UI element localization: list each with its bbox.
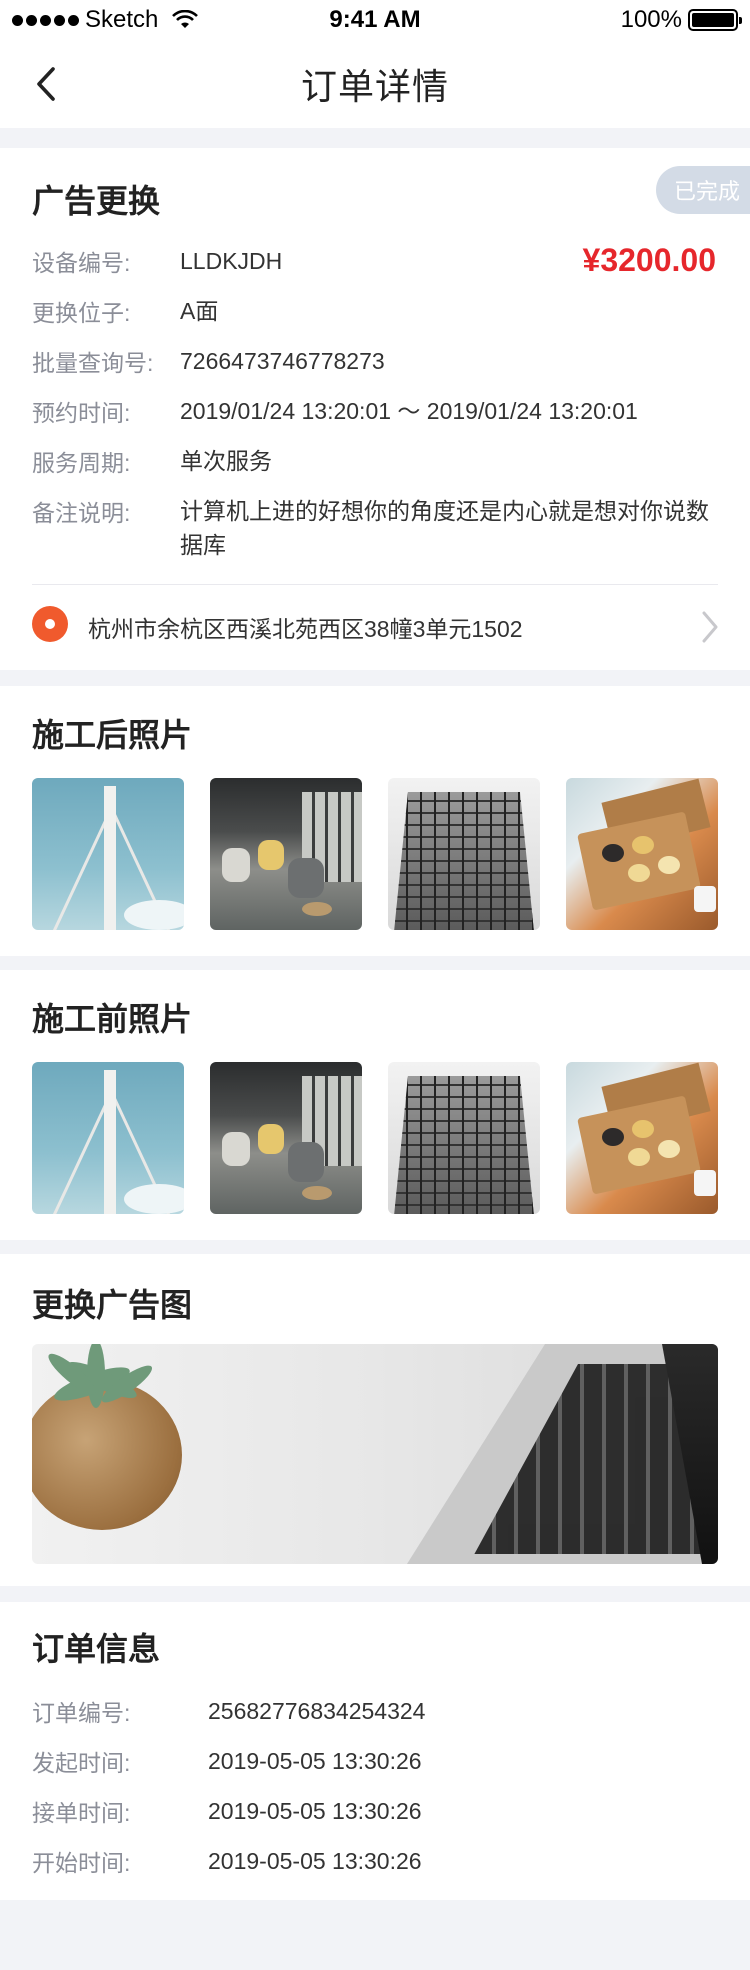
- order-title: 广告更换: [32, 183, 161, 219]
- field-value: A面: [180, 298, 219, 324]
- field-device-id: 设备编号: LLDKJDH: [32, 244, 720, 278]
- battery-icon: [688, 9, 742, 31]
- wifi-icon: [172, 10, 199, 28]
- chevron-left-icon: [37, 67, 55, 101]
- field-value: LLDKJDH: [180, 248, 283, 274]
- carrier-label: Sketch: [85, 6, 159, 33]
- after-photo-building[interactable]: [388, 778, 540, 930]
- field-label: 备注说明:: [32, 500, 131, 526]
- field-remark: 备注说明: 计算机上进的好想你的角度还是内心就是想对你说数据库: [32, 494, 720, 562]
- before-photo-interior[interactable]: [210, 1062, 362, 1214]
- battery-percent: 100%: [620, 6, 682, 33]
- order-info-section: 订单信息 订单编号: 25682776834254324 发起时间: 2019-…: [0, 1602, 750, 1900]
- field-label: 接单时间:: [32, 1800, 131, 1826]
- after-photo-food-box[interactable]: [566, 778, 718, 930]
- after-photos-title: 施工后照片: [32, 717, 193, 753]
- after-photo-row: [32, 778, 718, 930]
- field-value: 2019/01/24 13:20:01 ～ 2019/01/24 13:20:0…: [180, 398, 638, 424]
- after-photos-section: 施工后照片: [0, 686, 750, 956]
- before-photos-section: 施工前照片: [0, 970, 750, 1240]
- after-photo-interior[interactable]: [210, 778, 362, 930]
- order-info-title: 订单信息: [32, 1631, 161, 1667]
- after-photo-bridge[interactable]: [32, 778, 184, 930]
- status-bar: Sketch 9:41 AM 100%: [0, 0, 750, 40]
- field-label: 发起时间:: [32, 1750, 131, 1776]
- info-start-time: 开始时间: 2019-05-05 13:30:26: [32, 1844, 748, 1878]
- status-right: 100%: [478, 6, 742, 34]
- before-photo-bridge[interactable]: [32, 1062, 184, 1214]
- field-label: 服务周期:: [32, 450, 131, 476]
- field-value: 25682776834254324: [208, 1698, 426, 1724]
- field-label: 更换位子:: [32, 300, 131, 326]
- field-value: 7266473746778273: [180, 348, 385, 374]
- before-photo-food-box[interactable]: [566, 1062, 718, 1214]
- ad-image[interactable]: [32, 1344, 718, 1564]
- field-value: 2019-05-05 13:30:26: [208, 1748, 422, 1774]
- page-title: 订单详情: [300, 66, 449, 107]
- signal-icon: [12, 14, 79, 26]
- back-button[interactable]: [24, 62, 68, 106]
- location-pin-icon: [32, 606, 68, 642]
- ad-image-title: 更换广告图: [32, 1287, 193, 1323]
- field-value: 计算机上进的好想你的角度还是内心就是想对你说数据库: [180, 498, 709, 558]
- field-label: 订单编号:: [32, 1700, 131, 1726]
- ad-image-section: 更换广告图: [0, 1254, 750, 1586]
- field-label: 预约时间:: [32, 400, 131, 426]
- info-order-number: 订单编号: 25682776834254324: [32, 1694, 748, 1728]
- status-left: Sketch: [12, 6, 272, 34]
- succulent-shape: [48, 1344, 152, 1408]
- field-label: 开始时间:: [32, 1850, 131, 1876]
- divider: [32, 584, 718, 585]
- field-service-cycle: 服务周期: 单次服务: [32, 444, 720, 478]
- nav-bar: 订单详情: [0, 40, 750, 128]
- field-position: 更换位子: A面: [32, 294, 720, 328]
- field-batch-query: 批量查询号: 7266473746778273: [32, 344, 720, 378]
- order-card: 广告更换 已完成 ¥3200.00 设备编号: LLDKJDH 更换位子: A面…: [0, 148, 750, 670]
- field-label: 设备编号:: [32, 250, 131, 276]
- field-value: 2019-05-05 13:30:26: [208, 1848, 422, 1874]
- before-photo-row: [32, 1062, 718, 1214]
- status-badge: 已完成: [656, 166, 750, 214]
- status-time: 9:41 AM: [329, 6, 421, 33]
- address-row[interactable]: 杭州市余杭区西溪北苑西区38幢3单元1502: [0, 586, 750, 670]
- field-label: 批量查询号:: [32, 350, 154, 376]
- field-appointment-time: 预约时间: 2019/01/24 13:20:01 ～ 2019/01/24 1…: [32, 394, 720, 428]
- info-create-time: 发起时间: 2019-05-05 13:30:26: [32, 1744, 748, 1778]
- before-photos-title: 施工前照片: [32, 1001, 193, 1037]
- field-value: 单次服务: [180, 448, 272, 474]
- before-photo-building[interactable]: [388, 1062, 540, 1214]
- field-value: 2019-05-05 13:30:26: [208, 1798, 422, 1824]
- chevron-right-icon: [702, 611, 718, 643]
- info-accept-time: 接单时间: 2019-05-05 13:30:26: [32, 1794, 748, 1828]
- address-text: 杭州市余杭区西溪北苑西区38幢3单元1502: [88, 616, 523, 642]
